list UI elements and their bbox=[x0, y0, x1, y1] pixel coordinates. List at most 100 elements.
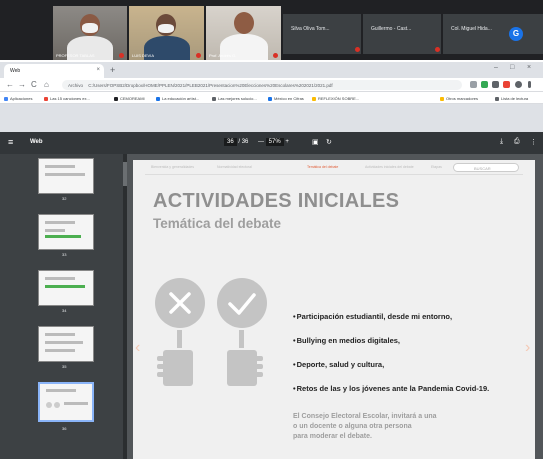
back-arrow-icon[interactable]: ← bbox=[6, 80, 14, 90]
thumbnail-number: 32 bbox=[62, 196, 67, 201]
bookmark-label: Aplicaciones bbox=[10, 96, 33, 101]
pdf-page: Bienvenida y generalidades Normatividad … bbox=[133, 160, 535, 459]
favicon-icon bbox=[156, 96, 160, 101]
bookmark-label: La educación artíst... bbox=[162, 96, 200, 101]
thumb-line bbox=[45, 221, 75, 224]
page-total: / 36 bbox=[238, 139, 249, 145]
more-options-icon[interactable]: ⋮ bbox=[530, 138, 537, 146]
reading-list-icon bbox=[495, 96, 499, 101]
slide-subtitle: Temática del debate bbox=[153, 216, 282, 231]
extension-icon[interactable] bbox=[492, 81, 499, 88]
bookmark-item[interactable]: Las mejores solucio... bbox=[212, 96, 257, 101]
person-head bbox=[234, 12, 254, 34]
bookmark-reading-list[interactable]: Lista de lectura bbox=[495, 96, 528, 101]
favicon-icon bbox=[114, 96, 118, 101]
note-line: para moderar el debate. bbox=[293, 433, 372, 440]
print-icon[interactable]: ⎙ bbox=[514, 138, 520, 146]
page-thumbnail[interactable] bbox=[38, 214, 94, 250]
thumbnail-number: 35 bbox=[62, 364, 67, 369]
video-call-strip: PROFESOR TABLAS LUIS DEVIA Prof. Andrés … bbox=[0, 0, 543, 60]
bookmark-item[interactable]: Las 15 canciones ex... bbox=[44, 96, 90, 101]
participant-tile[interactable]: LUIS DEVIA bbox=[129, 6, 204, 60]
fit-page-icon[interactable]: ▣ bbox=[312, 138, 319, 146]
prev-slide-arrow-icon[interactable]: ‹ bbox=[135, 340, 140, 356]
extension-icon[interactable] bbox=[481, 81, 488, 88]
participant-name: Prof. Andrés G. bbox=[209, 53, 237, 58]
thumb-line bbox=[46, 389, 76, 392]
download-icon[interactable]: ⤓ bbox=[500, 138, 503, 146]
slide-nav-item: Normatividad electoral bbox=[217, 165, 252, 169]
thumb-line bbox=[45, 333, 75, 336]
sign-stick bbox=[239, 330, 244, 348]
address-bar[interactable]: Archivo C:/Users/FOPSB2/Dropbox/HOME/PPL… bbox=[62, 80, 462, 90]
page-thumbnail[interactable] bbox=[38, 158, 94, 194]
profile-icon[interactable] bbox=[515, 81, 522, 88]
bullet-item: Bullying en medios digitales, bbox=[293, 336, 400, 345]
apps-icon bbox=[4, 96, 8, 101]
close-icon[interactable]: × bbox=[96, 67, 100, 73]
zoom-in-button[interactable]: + bbox=[285, 139, 289, 145]
thumb-line bbox=[45, 173, 85, 176]
page-thumbnail[interactable] bbox=[38, 326, 94, 362]
bookmark-other[interactable]: Otros marcadores bbox=[440, 96, 478, 101]
more-menu-icon[interactable] bbox=[528, 81, 531, 88]
slide-nav-item: Bienvenida y generalidades bbox=[151, 165, 195, 169]
participant-name: Col. Miguel Hida... bbox=[451, 26, 492, 32]
face-mask bbox=[82, 23, 98, 33]
zoom-out-button[interactable]: — bbox=[258, 139, 264, 145]
bookmark-item[interactable]: La educación artíst... bbox=[156, 96, 199, 101]
bookmark-item[interactable]: REFLEXIÓN SOBRE... bbox=[312, 96, 359, 101]
rotate-icon[interactable]: ↻ bbox=[326, 138, 332, 146]
page-thumbnail-active[interactable] bbox=[38, 382, 94, 422]
close-window-icon[interactable]: × bbox=[527, 64, 531, 71]
minimize-icon[interactable]: – bbox=[494, 64, 498, 71]
extension-icon[interactable] bbox=[470, 81, 477, 88]
favicon-icon bbox=[312, 96, 316, 101]
sign-stick bbox=[177, 330, 182, 348]
next-slide-arrow-icon[interactable]: › bbox=[525, 340, 530, 356]
participant-tile[interactable]: Col. Miguel Hida... bbox=[443, 14, 543, 54]
mic-off-icon bbox=[355, 47, 360, 52]
reload-icon[interactable]: C bbox=[31, 80, 37, 90]
favicon-icon bbox=[44, 96, 48, 101]
participant-tile[interactable]: Guillermo - Cast... bbox=[363, 14, 441, 54]
slide-nav-item: Etapas bbox=[431, 165, 442, 169]
forward-arrow-icon[interactable]: → bbox=[18, 80, 26, 90]
zoom-input[interactable]: 57% bbox=[265, 138, 284, 146]
reject-x-icon bbox=[155, 278, 205, 328]
slide-search-box: BUSCAR bbox=[453, 163, 519, 172]
bookmark-item[interactable]: México en Cifras bbox=[268, 96, 304, 101]
x-mark-icon bbox=[169, 292, 191, 314]
hand-icon bbox=[163, 350, 193, 386]
extension-icon[interactable] bbox=[503, 81, 510, 88]
participant-avatar[interactable]: G bbox=[509, 27, 523, 41]
slide-search-label: BUSCAR bbox=[474, 166, 491, 171]
thumb-dot bbox=[54, 402, 60, 408]
maximize-icon[interactable]: □ bbox=[510, 64, 514, 71]
bookmark-item[interactable]: CEMOREAMI bbox=[114, 96, 145, 101]
page-number-input[interactable]: 36 bbox=[224, 138, 237, 146]
participant-tile[interactable]: Silva Oliva Tom... bbox=[283, 14, 361, 54]
tab-bar: Web × + – □ × bbox=[0, 62, 543, 78]
approve-check-icon bbox=[217, 278, 267, 328]
hamburger-menu-icon[interactable]: ≡ bbox=[8, 137, 13, 147]
browser-toolbar: ← → C ⌂ Archivo C:/Users/FOPSB2/Dropbox/… bbox=[0, 78, 543, 92]
hand-finger bbox=[157, 372, 167, 377]
new-tab-button[interactable]: + bbox=[110, 65, 115, 75]
page-thumbnail[interactable] bbox=[38, 270, 94, 306]
participant-name: PROFESOR TABLAS bbox=[56, 53, 95, 58]
participant-tile[interactable]: PROFESOR TABLAS bbox=[53, 6, 127, 60]
slide-nav-item-active: Temática del debate bbox=[307, 165, 339, 169]
tab-web[interactable]: Web × bbox=[4, 64, 104, 78]
thumb-line bbox=[45, 341, 83, 344]
page-indicator: 36 / 36 bbox=[224, 138, 248, 146]
bookmarks-bar: Aplicaciones Las 15 canciones ex... CEMO… bbox=[0, 92, 543, 104]
hand-finger bbox=[157, 356, 167, 361]
bookmark-apps[interactable]: Aplicaciones bbox=[4, 96, 32, 101]
participant-tile[interactable]: Prof. Andrés G. bbox=[206, 6, 281, 60]
tab-title: Web bbox=[10, 68, 21, 74]
home-icon[interactable]: ⌂ bbox=[44, 80, 49, 90]
favicon-icon bbox=[268, 96, 272, 101]
note-line: El Consejo Electoral Escolar, invitará a… bbox=[293, 413, 437, 420]
mic-off-icon bbox=[196, 53, 201, 58]
